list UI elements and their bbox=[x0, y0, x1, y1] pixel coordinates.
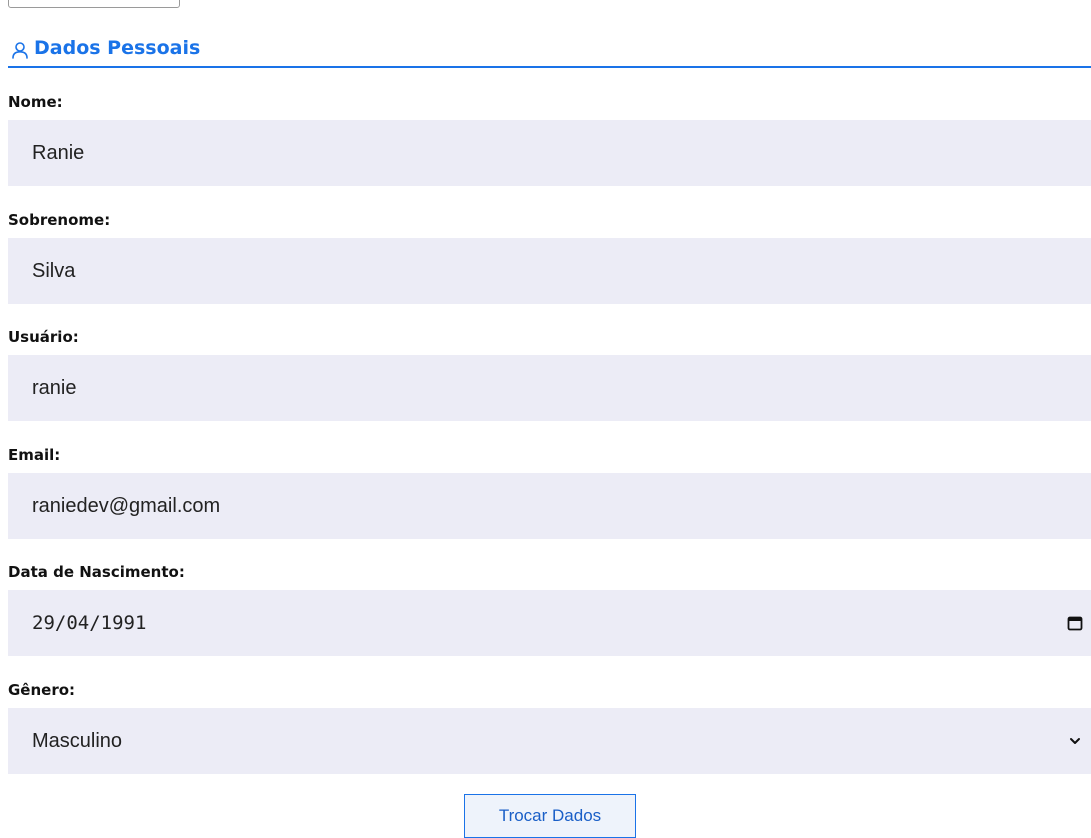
sobrenome-value: Silva bbox=[32, 259, 76, 282]
genero-select[interactable]: Masculino bbox=[8, 708, 1091, 774]
date-value: 29/04/1991 bbox=[32, 612, 147, 634]
calendar-icon[interactable] bbox=[1065, 613, 1085, 633]
chevron-down-icon[interactable] bbox=[1065, 731, 1085, 751]
sobrenome-label: Sobrenome: bbox=[8, 211, 111, 229]
usuario-value: ranie bbox=[32, 376, 77, 399]
trocar-dados-button[interactable]: Trocar Dados bbox=[464, 794, 636, 838]
usuario-input[interactable]: ranie bbox=[8, 355, 1091, 421]
nome-value: Ranie bbox=[32, 141, 85, 164]
sobrenome-input[interactable]: Silva bbox=[8, 238, 1091, 304]
email-value: raniedev@gmail.com bbox=[32, 494, 221, 517]
section-title: Dados Pessoais bbox=[34, 37, 201, 59]
nome-input[interactable]: Ranie bbox=[8, 120, 1091, 186]
date-input[interactable]: 29/04/1991 bbox=[8, 590, 1091, 656]
genero-value: Masculino bbox=[32, 729, 123, 752]
usuario-label: Usuário: bbox=[8, 328, 79, 346]
section-header: Dados Pessoais bbox=[8, 34, 1091, 68]
nome-label: Nome: bbox=[8, 93, 63, 111]
nascimento-label: Data de Nascimento: bbox=[8, 563, 185, 581]
email-input[interactable]: raniedev@gmail.com bbox=[8, 473, 1091, 539]
email-label: Email: bbox=[8, 446, 61, 464]
genero-label: Gênero: bbox=[8, 681, 76, 699]
user-icon bbox=[11, 41, 29, 59]
profile-form-page: Dados Pessoais Nome: Ranie Sobrenome: Si… bbox=[0, 0, 1091, 838]
previous-control[interactable] bbox=[8, 0, 180, 8]
